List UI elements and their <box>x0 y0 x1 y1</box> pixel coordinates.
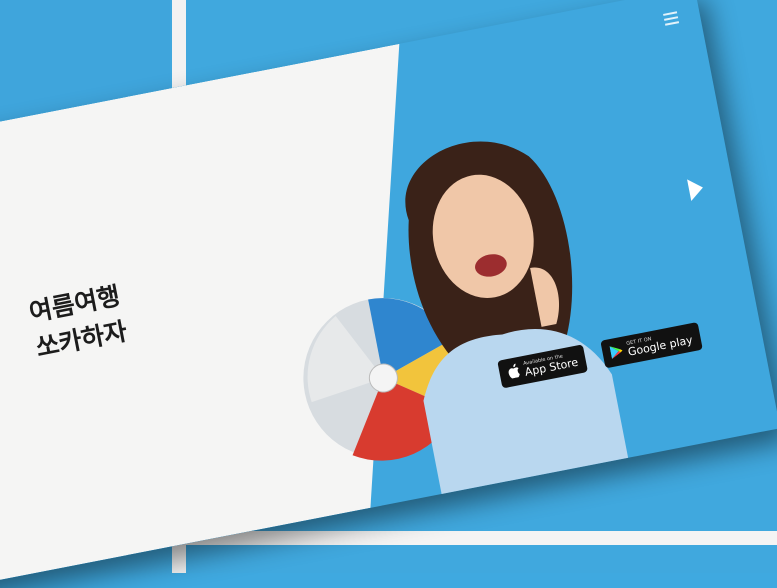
next-arrow-icon[interactable] <box>687 176 706 202</box>
menu-icon[interactable] <box>662 8 680 28</box>
google-play-icon <box>609 342 624 363</box>
apple-icon <box>506 362 521 383</box>
